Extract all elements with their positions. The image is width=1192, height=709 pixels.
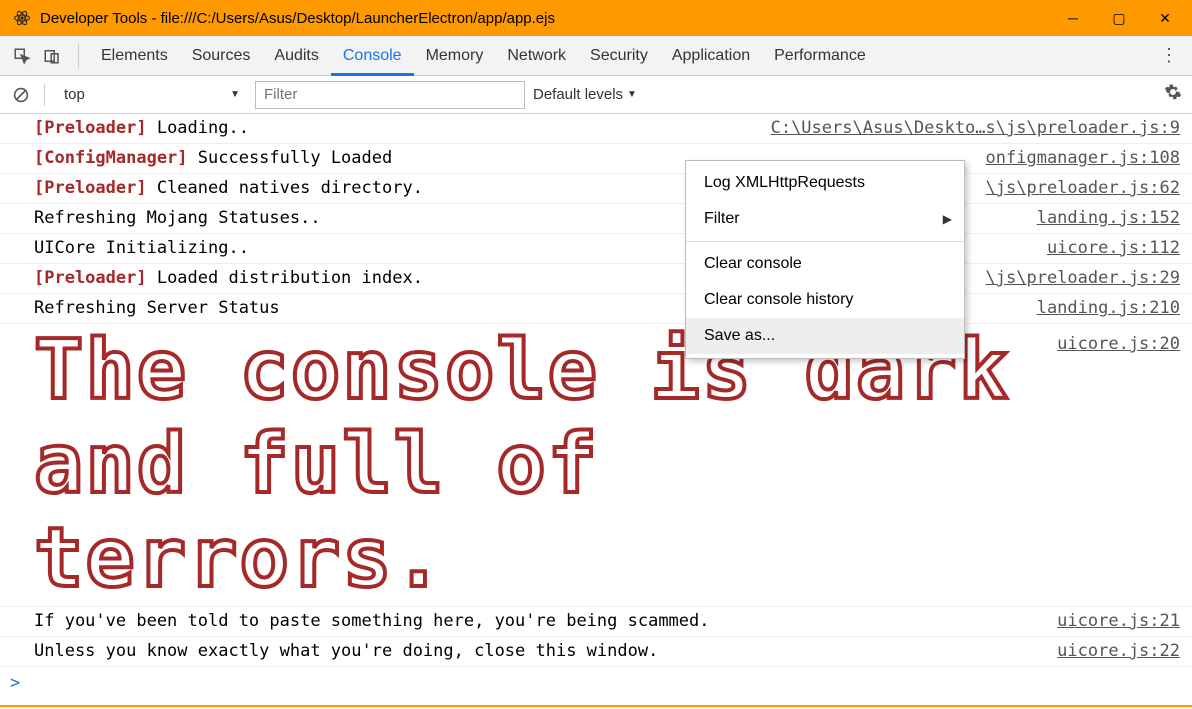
log-row: Refreshing Mojang Statuses..landing.js:1… — [0, 204, 1192, 234]
tab-performance[interactable]: Performance — [762, 36, 878, 76]
device-toggle-icon[interactable] — [38, 42, 66, 70]
log-levels-select[interactable]: Default levels ▼ — [533, 86, 637, 103]
log-row: [ConfigManager] Successfully Loadedonfig… — [0, 144, 1192, 174]
tab-network[interactable]: Network — [495, 36, 578, 76]
console-filter-bar: top ▼ Default levels ▼ — [0, 76, 1192, 114]
tab-security[interactable]: Security — [578, 36, 660, 76]
tab-application[interactable]: Application — [660, 36, 762, 76]
prompt-caret-icon: > — [10, 673, 20, 693]
window-controls: ─ ▢ ✕ — [1050, 0, 1188, 36]
close-button[interactable]: ✕ — [1142, 0, 1188, 36]
inspect-icon[interactable] — [8, 42, 36, 70]
context-menu-item[interactable]: Filter▶ — [686, 201, 964, 237]
context-menu-item[interactable]: Log XMLHttpRequests — [686, 165, 964, 201]
devtools-tabbar: ElementsSourcesAuditsConsoleMemoryNetwor… — [0, 36, 1192, 76]
levels-label: Default levels — [533, 86, 623, 103]
filterbar-separator — [44, 84, 45, 106]
log-source-link[interactable]: landing.js:152 — [1029, 204, 1180, 233]
context-menu-item[interactable]: Save as... — [686, 318, 964, 354]
console-prompt[interactable]: > — [0, 667, 1192, 698]
log-tag: [Preloader] — [34, 178, 147, 198]
context-menu-item[interactable]: Clear console history — [686, 282, 964, 318]
kebab-menu-icon[interactable]: ⋮ — [1154, 45, 1184, 66]
log-source-link[interactable]: \js\preloader.js:29 — [978, 264, 1180, 293]
log-source-link[interactable]: uicore.js:22 — [1049, 637, 1180, 666]
minimize-button[interactable]: ─ — [1050, 0, 1096, 36]
log-row: Unless you know exactly what you're doin… — [0, 637, 1192, 667]
tab-audits[interactable]: Audits — [262, 36, 330, 76]
log-message: Unless you know exactly what you're doin… — [34, 637, 1049, 666]
tab-console[interactable]: Console — [331, 36, 414, 76]
log-source-link[interactable]: C:\Users\Asus\Deskto…s\js\preloader.js:9 — [763, 114, 1180, 143]
context-menu-item[interactable]: Clear console — [686, 246, 964, 282]
log-row: [Preloader] Loading..C:\Users\Asus\Deskt… — [0, 114, 1192, 144]
log-row: If you've been told to paste something h… — [0, 607, 1192, 637]
console-warning-banner: The console is dark and full of terrors. — [34, 324, 1049, 606]
tab-memory[interactable]: Memory — [414, 36, 496, 76]
log-row: [Preloader] Cleaned natives directory.\j… — [0, 174, 1192, 204]
console-settings-icon[interactable] — [1164, 83, 1182, 106]
context-label: top — [64, 86, 85, 103]
log-row: UICore Initializing..uicore.js:112 — [0, 234, 1192, 264]
log-source-link[interactable]: uicore.js:21 — [1049, 607, 1180, 636]
clear-console-icon[interactable] — [10, 84, 32, 106]
window-title: Developer Tools - file:///C:/Users/Asus/… — [40, 10, 1050, 27]
log-source-link[interactable]: uicore.js:20 — [1049, 324, 1180, 359]
context-menu: Log XMLHttpRequestsFilter▶ Clear console… — [685, 160, 965, 359]
dropdown-icon: ▼ — [230, 89, 240, 100]
filter-input[interactable] — [255, 81, 525, 109]
log-row: Refreshing Server Statuslanding.js:210 — [0, 294, 1192, 324]
log-source-link[interactable]: landing.js:210 — [1029, 294, 1180, 323]
window-accent-border — [0, 705, 1192, 709]
log-tag: [Preloader] — [34, 118, 147, 138]
tabbar-divider — [78, 44, 79, 68]
log-row: [Preloader] Loaded distribution index.\j… — [0, 264, 1192, 294]
log-source-link[interactable]: onfigmanager.js:108 — [978, 144, 1180, 173]
log-message: [Preloader] Loading.. — [34, 114, 763, 143]
dropdown-icon: ▼ — [627, 89, 637, 100]
log-source-link[interactable]: \js\preloader.js:62 — [978, 174, 1180, 203]
maximize-button[interactable]: ▢ — [1096, 0, 1142, 36]
log-tag: [ConfigManager] — [34, 148, 188, 168]
execution-context-select[interactable]: top ▼ — [57, 82, 247, 108]
context-menu-separator — [686, 241, 964, 242]
tab-sources[interactable]: Sources — [180, 36, 263, 76]
tab-elements[interactable]: Elements — [89, 36, 180, 76]
electron-icon — [12, 8, 32, 28]
log-message: If you've been told to paste something h… — [34, 607, 1049, 636]
console-output: [Preloader] Loading..C:\Users\Asus\Deskt… — [0, 114, 1192, 698]
log-tag: [Preloader] — [34, 268, 147, 288]
title-bar: Developer Tools - file:///C:/Users/Asus/… — [0, 0, 1192, 36]
log-source-link[interactable]: uicore.js:112 — [1039, 234, 1180, 263]
submenu-arrow-icon: ▶ — [943, 212, 952, 226]
